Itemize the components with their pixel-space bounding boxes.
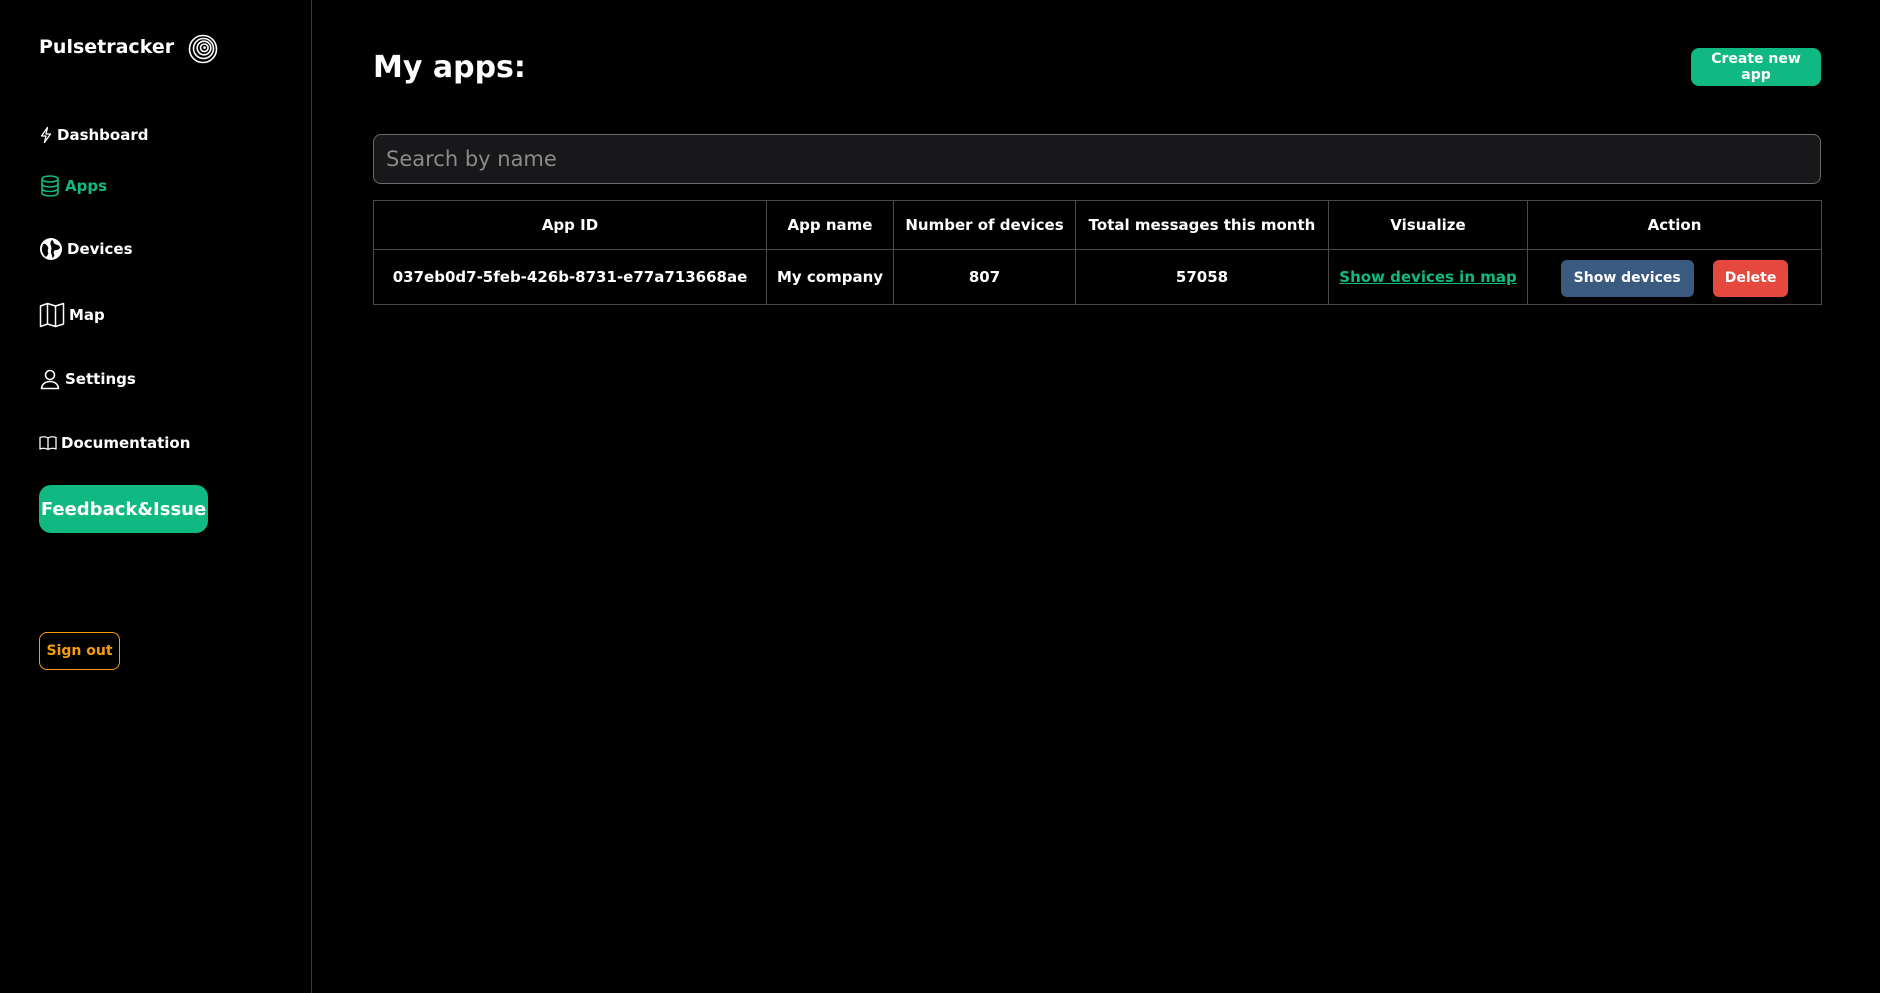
- sidebar-item-label: Settings: [65, 370, 136, 388]
- search-input[interactable]: [373, 134, 1821, 184]
- sidebar-item-map[interactable]: Map: [39, 302, 105, 328]
- column-header-devices: Number of devices: [893, 200, 1076, 250]
- brand-name: Pulsetracker: [39, 36, 175, 58]
- column-header-app-id: App ID: [373, 200, 767, 250]
- sidebar: Pulsetracker Dashboard Apps Devices Map …: [0, 0, 312, 993]
- column-header-visualize: Visualize: [1328, 200, 1528, 250]
- app-name-cell: My company: [766, 249, 894, 305]
- delete-button[interactable]: Delete: [1712, 259, 1789, 297]
- app-root: Pulsetracker Dashboard Apps Devices Map …: [0, 0, 1880, 993]
- sidebar-item-label: Map: [69, 306, 105, 324]
- sidebar-item-label: Apps: [65, 177, 108, 195]
- show-devices-button[interactable]: Show devices: [1560, 259, 1694, 297]
- sidebar-item-apps[interactable]: Apps: [39, 174, 107, 198]
- column-header-action: Action: [1527, 200, 1822, 250]
- device-count-cell: 807: [893, 249, 1076, 305]
- brand[interactable]: Pulsetracker: [39, 30, 218, 64]
- sidebar-item-label: Devices: [67, 240, 133, 258]
- sign-out-button[interactable]: Sign out: [39, 632, 120, 670]
- feedback-button[interactable]: Feedback&Issue: [39, 485, 208, 533]
- book-icon: [39, 435, 57, 451]
- show-devices-in-map-link[interactable]: Show devices in map: [1339, 268, 1516, 286]
- create-new-app-button[interactable]: Create new app: [1691, 48, 1821, 86]
- sidebar-item-label: Dashboard: [57, 126, 149, 144]
- map-icon: [39, 302, 65, 328]
- table-row: 037eb0d7-5feb-426b-8731-e77a713668ae My …: [373, 249, 1822, 305]
- visualize-cell: Show devices in map: [1328, 249, 1528, 305]
- spiral-logo-icon: [188, 34, 218, 64]
- sidebar-item-documentation[interactable]: Documentation: [39, 434, 190, 452]
- database-icon: [39, 174, 61, 198]
- sidebar-item-settings[interactable]: Settings: [39, 368, 136, 390]
- action-buttons: Show devices Delete: [1529, 258, 1820, 297]
- sidebar-item-devices[interactable]: Devices: [39, 237, 133, 261]
- column-header-messages: Total messages this month: [1075, 200, 1329, 250]
- table-header-row: App ID App name Number of devices Total …: [373, 200, 1822, 250]
- lightning-icon: [39, 126, 53, 144]
- app-id-cell: 037eb0d7-5feb-426b-8731-e77a713668ae: [373, 249, 767, 305]
- user-icon: [39, 368, 61, 390]
- action-cell: Show devices Delete: [1527, 249, 1822, 305]
- sidebar-item-label: Documentation: [61, 434, 191, 452]
- column-header-app-name: App name: [766, 200, 894, 250]
- message-count-cell: 57058: [1075, 249, 1329, 305]
- sidebar-item-dashboard[interactable]: Dashboard: [39, 126, 148, 144]
- apps-table: App ID App name Number of devices Total …: [373, 200, 1822, 305]
- main-content: My apps: Create new app App ID App name …: [373, 0, 1822, 993]
- globe-icon: [39, 237, 63, 261]
- page-title: My apps:: [373, 50, 526, 85]
